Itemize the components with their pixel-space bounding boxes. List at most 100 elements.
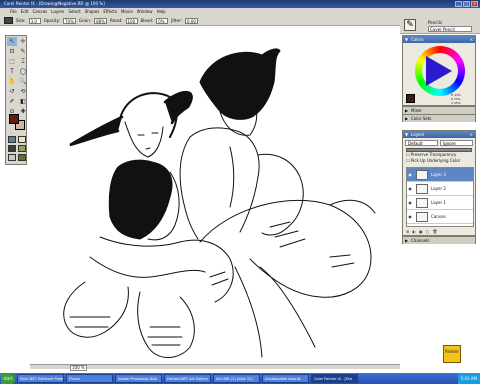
layer-row[interactable]: ◉ Layer 3 bbox=[407, 168, 473, 182]
zoom-level[interactable]: 100 % bbox=[70, 365, 87, 371]
hue-ring[interactable] bbox=[415, 46, 465, 96]
channels-panel[interactable]: ▶ Channels bbox=[402, 236, 476, 244]
panel-close-icon[interactable]: × bbox=[470, 36, 473, 43]
mixer-panel-header[interactable]: ▶ Mixer bbox=[403, 107, 475, 114]
colors-panel-header[interactable]: ▼ Colors × bbox=[403, 36, 475, 43]
brush-category[interactable]: Pencils bbox=[428, 20, 442, 25]
text-tool-icon[interactable]: T bbox=[7, 67, 17, 76]
collapse-triangle-icon[interactable]: ▼ bbox=[405, 131, 408, 138]
gradient-selector-icon[interactable] bbox=[18, 136, 26, 143]
size-field[interactable]: 3.0 bbox=[28, 17, 41, 24]
text-cursor-icon[interactable]: ⌶ bbox=[18, 57, 28, 66]
mixer-panel[interactable]: ▶ Mixer bbox=[402, 106, 476, 114]
menu-edit[interactable]: Edit bbox=[21, 8, 29, 16]
preserve-transparency-label: Preserve Transparency bbox=[410, 152, 457, 157]
resat-label: Resat: bbox=[110, 18, 123, 23]
jitter-field[interactable]: 0.00 bbox=[185, 17, 198, 24]
visibility-eye-icon[interactable]: ◉ bbox=[407, 186, 413, 191]
look-selector-icon[interactable] bbox=[8, 154, 16, 161]
opacity-field[interactable]: 70% bbox=[63, 17, 76, 24]
main-secondary-colors[interactable] bbox=[9, 114, 25, 130]
menu-file[interactable]: File bbox=[10, 8, 17, 16]
nozzle-selector-icon[interactable] bbox=[18, 145, 26, 152]
layer-name: Layer 1 bbox=[431, 200, 446, 205]
main-color-swatch[interactable] bbox=[9, 114, 19, 124]
lasso-icon[interactable]: ✎ bbox=[18, 47, 28, 56]
taskbar-item[interactable]: Paint.NET Software Produ bbox=[17, 374, 64, 383]
dropper-icon[interactable]: ✐ bbox=[7, 97, 17, 106]
menu-effects[interactable]: Effects bbox=[103, 8, 117, 16]
menu-movie[interactable]: Movie bbox=[121, 8, 133, 16]
property-bar: Size: 3.0 Opacity: 70% Grain: 88% Resat:… bbox=[0, 16, 400, 26]
taskbar-item[interactable]: DeviantART: Art Gallery bbox=[164, 374, 211, 383]
shape-tool-icon[interactable]: ◯ bbox=[18, 67, 28, 76]
painter-window: Corel Painter IX - [Drawing/Negative.RIF… bbox=[0, 0, 480, 384]
layer-name: Canvas bbox=[431, 214, 446, 219]
minimize-button[interactable]: _ bbox=[455, 1, 462, 7]
grain-field[interactable]: 88% bbox=[94, 17, 107, 24]
visibility-eye-icon[interactable]: ◉ bbox=[407, 214, 413, 219]
layer-thumbnail bbox=[416, 169, 428, 180]
rect-select-icon[interactable]: ⊡ bbox=[7, 47, 17, 56]
menu-canvas[interactable]: Canvas bbox=[32, 8, 47, 16]
layer-name: Layer 2 bbox=[431, 186, 446, 191]
layer-row[interactable]: ◉ Layer 2 bbox=[407, 182, 473, 196]
close-button[interactable]: × bbox=[471, 1, 478, 7]
layer-adjust-icon[interactable]: ⊞ bbox=[406, 229, 409, 234]
taskbar-item[interactable]: Adobe Photoshop Disk bbox=[115, 374, 162, 383]
bleed-field[interactable]: 0% bbox=[156, 17, 169, 24]
weave-selector-icon[interactable] bbox=[18, 154, 26, 161]
composite-method-select[interactable]: Default bbox=[405, 140, 438, 146]
visibility-eye-icon[interactable]: ◉ bbox=[407, 200, 413, 205]
pencil-icon[interactable]: ✎ bbox=[404, 19, 416, 31]
visibility-eye-icon[interactable]: ◉ bbox=[407, 172, 413, 177]
magnifier-icon[interactable]: 🔍 bbox=[18, 77, 28, 86]
mask-icon[interactable]: ▣ bbox=[419, 229, 423, 234]
panel-close-icon[interactable]: × bbox=[470, 131, 473, 138]
current-color-swatch[interactable] bbox=[406, 94, 415, 103]
menu-window[interactable]: Window bbox=[137, 8, 153, 16]
channels-panel-header[interactable]: ▶ Channels bbox=[403, 237, 475, 244]
crop-icon[interactable]: ⬚ bbox=[7, 57, 17, 66]
brush-variant[interactable]: Cover Pencil bbox=[428, 26, 472, 32]
depth-method-select[interactable]: Ignore bbox=[440, 140, 473, 146]
start-button[interactable]: start bbox=[1, 373, 15, 384]
layers-panel-header[interactable]: ▼ Layers × bbox=[403, 131, 475, 138]
taskbar-item[interactable]: Unstoppable Awards bbox=[262, 374, 309, 383]
painter-logo: Painter bbox=[443, 345, 461, 363]
trash-icon[interactable]: 🗑 bbox=[432, 229, 437, 234]
saturation-value-triangle[interactable] bbox=[426, 56, 452, 86]
taskbar-item[interactable]: ITunes bbox=[66, 374, 113, 383]
collapse-triangle-icon[interactable]: ▼ bbox=[405, 36, 408, 43]
horizontal-scrollbar[interactable]: 100 % bbox=[30, 364, 400, 371]
menu-layers[interactable]: Layers bbox=[51, 8, 64, 16]
layer-row[interactable]: ◉ Canvas bbox=[407, 210, 473, 224]
taskbar-item[interactable]: Corel Painter IX - [Dra bbox=[311, 374, 358, 383]
pattern-selector-icon[interactable] bbox=[8, 145, 16, 152]
color-sets-panel-header[interactable]: ▶ Color Sets bbox=[403, 115, 475, 122]
rotate-page-icon[interactable]: ↺ bbox=[7, 87, 17, 96]
new-layer-icon[interactable]: ▢ bbox=[426, 229, 430, 234]
paint-bucket-icon[interactable]: ◧ bbox=[18, 97, 28, 106]
dynamic-plugin-icon[interactable]: ◐ bbox=[412, 229, 416, 234]
layer-row[interactable]: ◉ Layer 1 bbox=[407, 196, 473, 210]
resat-field[interactable]: 100 bbox=[125, 17, 138, 24]
expand-triangle-icon[interactable]: ▶ bbox=[405, 115, 408, 122]
size-label: Size: bbox=[16, 18, 26, 23]
drawing-canvas[interactable] bbox=[30, 27, 400, 364]
hsv-readout: H 13% S 73% V 25% bbox=[451, 93, 461, 105]
color-sets-panel[interactable]: ▶ Color Sets bbox=[402, 114, 476, 122]
taskbar-item[interactable]: dA+ARt (2) [dArt 12] bbox=[213, 374, 260, 383]
layer-adjuster-icon[interactable]: ✛ bbox=[18, 37, 28, 46]
menu-shapes[interactable]: Shapes bbox=[85, 8, 100, 16]
brush-tool-icon[interactable]: ↖ bbox=[7, 37, 17, 46]
paper-selector-icon[interactable] bbox=[8, 136, 16, 143]
expand-triangle-icon[interactable]: ▶ bbox=[405, 237, 408, 244]
menu-help[interactable]: Help bbox=[157, 8, 166, 16]
pick-up-color-checkbox[interactable]: ☐ Pick Up Underlying Color bbox=[403, 158, 475, 164]
maximize-button[interactable]: □ bbox=[463, 1, 470, 7]
menu-select[interactable]: Select bbox=[68, 8, 80, 16]
grabber-icon[interactable]: ✋ bbox=[7, 77, 17, 86]
undo-icon[interactable]: ⟲ bbox=[18, 87, 28, 96]
expand-triangle-icon[interactable]: ▶ bbox=[405, 107, 408, 114]
